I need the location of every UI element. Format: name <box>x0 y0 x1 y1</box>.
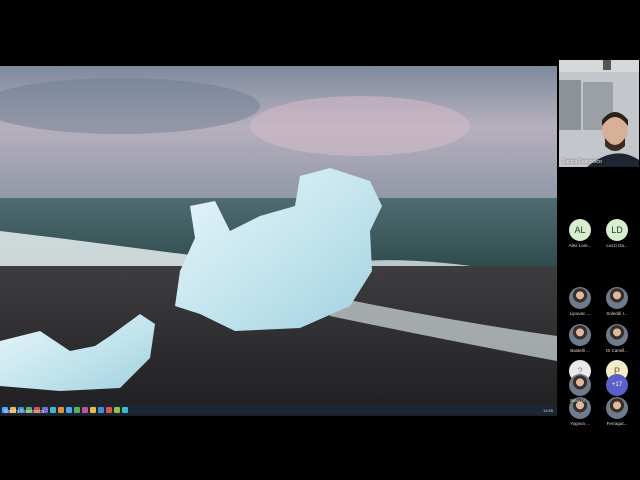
app-icon <box>66 407 72 413</box>
participant-name: Ferragut... <box>606 421 628 426</box>
participant-name: Alex Lore... <box>568 243 592 248</box>
taskbar-clock: 14:55 <box>542 407 553 413</box>
participant-tile[interactable]: Ferragut... <box>597 397 637 426</box>
participant-name: Di Camill... <box>606 348 628 353</box>
participants-panel: Sacchi Francesco AL Alex Lore... LD Luzz… <box>557 60 640 426</box>
participant-tile[interactable]: Bianchi ... <box>560 374 600 403</box>
main-video-tile[interactable]: Sacchi Francesco <box>559 60 639 167</box>
participant-tile[interactable]: AL Alex Lore... <box>560 219 600 248</box>
avatar-photo <box>569 287 591 309</box>
meeting-window: 14:55 Sacchi Francesco Sacchi Francesco … <box>0 0 640 480</box>
shared-taskbar: 14:55 <box>0 405 557 415</box>
avatar-photo <box>569 324 591 346</box>
participant-name: Yogova ... <box>570 421 590 426</box>
participant-tile[interactable]: Di Camill... <box>597 324 637 353</box>
presenter-name: Sacchi Francesco <box>4 409 44 415</box>
avatar-photo <box>569 374 591 396</box>
more-participants-button[interactable]: +17 <box>597 374 637 396</box>
participant-tile[interactable]: Bastelli ... <box>560 324 600 353</box>
participant-name: Lipovac ... <box>569 311 591 316</box>
app-icon <box>58 407 64 413</box>
participant-name: Luzzi Da... <box>606 243 628 248</box>
avatar-photo <box>606 287 628 309</box>
avatar-photo <box>606 324 628 346</box>
shared-screen[interactable] <box>0 66 557 416</box>
app-icon <box>74 407 80 413</box>
avatar-photo <box>606 397 628 419</box>
app-icon <box>98 407 104 413</box>
avatar: AL <box>569 219 591 241</box>
shared-wallpaper-image <box>0 66 557 416</box>
presenter-video <box>559 60 639 167</box>
participant-name: Soleddi I... <box>606 311 628 316</box>
participant-tile[interactable]: LD Luzzi Da... <box>597 219 637 248</box>
participant-tile[interactable]: Lipovac ... <box>560 287 600 316</box>
app-icon <box>114 407 120 413</box>
participant-name: Bianchi ... <box>570 398 590 403</box>
avatar: LD <box>606 219 628 241</box>
app-icon <box>90 407 96 413</box>
participant-name: Bastelli ... <box>570 348 590 353</box>
app-icon <box>122 407 128 413</box>
main-video-name: Sacchi Francesco <box>562 159 602 165</box>
participant-tile[interactable]: Soleddi I... <box>597 287 637 316</box>
app-icon <box>82 407 88 413</box>
app-icon <box>50 407 56 413</box>
more-participants-count: +17 <box>606 374 628 396</box>
app-icon <box>106 407 112 413</box>
